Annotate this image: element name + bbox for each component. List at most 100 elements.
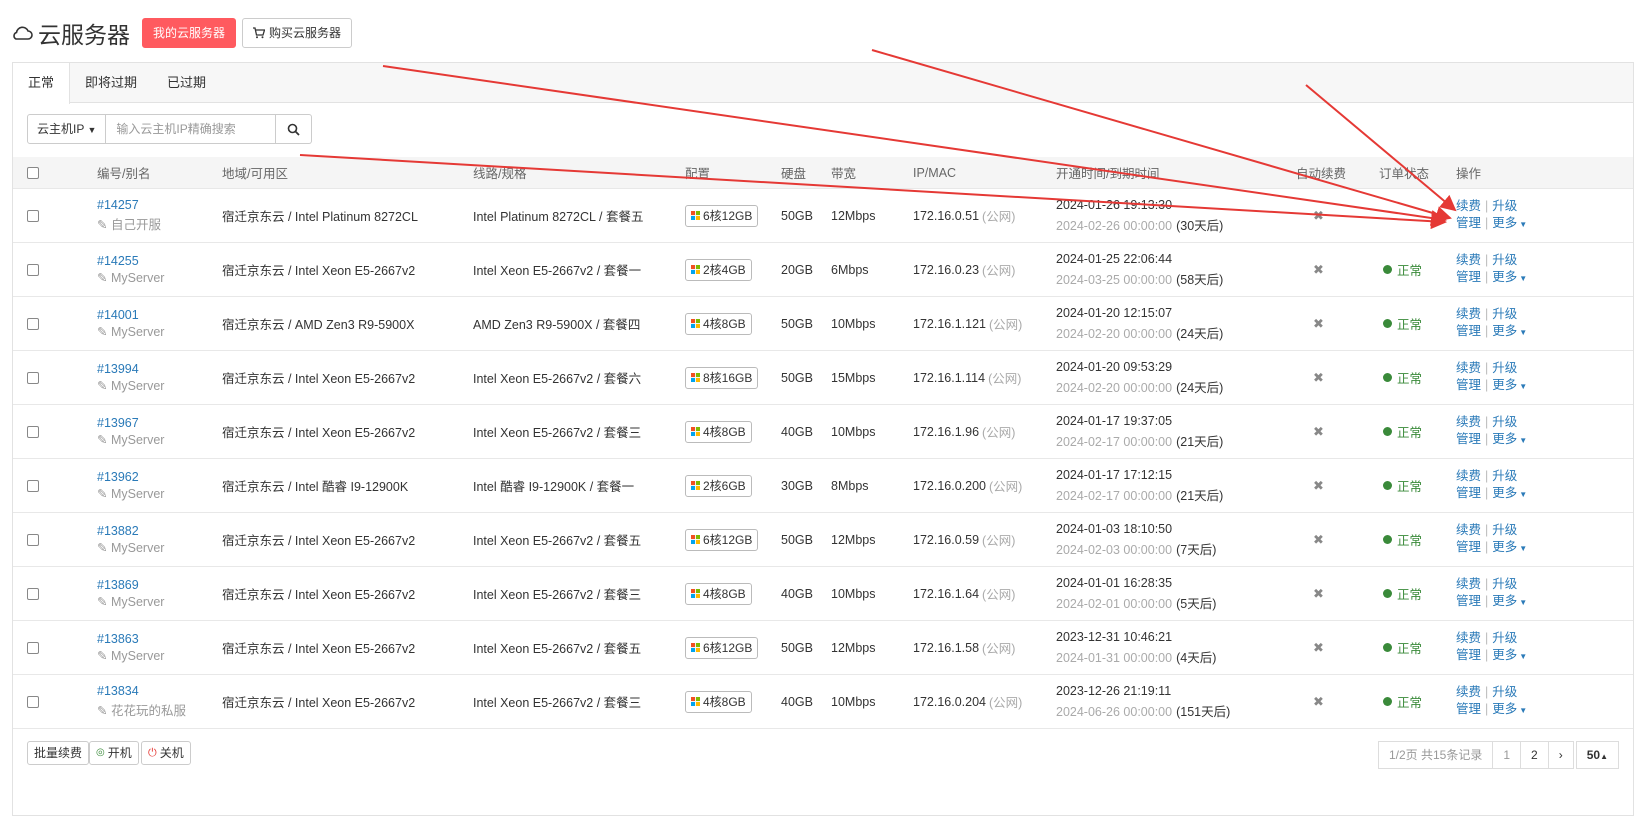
alias-edit[interactable]: ✎ 自己开服 — [97, 214, 161, 233]
separator: | — [1485, 540, 1489, 554]
page-size-select[interactable]: 50▲ — [1575, 741, 1619, 769]
more-dropdown[interactable]: 更多 ▼ — [1492, 648, 1527, 662]
manage-link[interactable]: 管理 — [1456, 270, 1481, 284]
server-id-link[interactable]: #14257 — [97, 198, 161, 212]
row-checkbox[interactable] — [27, 371, 39, 384]
renew-link[interactable]: 续费 — [1456, 307, 1481, 321]
upgrade-link[interactable]: 升级 — [1492, 685, 1517, 699]
upgrade-link[interactable]: 升级 — [1492, 523, 1517, 537]
separator: | — [1485, 361, 1489, 375]
server-id-link[interactable]: #13962 — [97, 470, 164, 484]
windows-icon — [691, 697, 700, 706]
upgrade-link[interactable]: 升级 — [1492, 253, 1517, 267]
power-on-button[interactable]: ◎ 开机 — [89, 741, 139, 765]
alias-edit[interactable]: ✎ MyServer — [97, 648, 164, 663]
manage-link[interactable]: 管理 — [1456, 702, 1481, 716]
upgrade-link[interactable]: 升级 — [1492, 361, 1517, 375]
alias-edit[interactable]: ✎ MyServer — [97, 540, 164, 555]
renew-link[interactable]: 续费 — [1456, 199, 1481, 213]
renew-link[interactable]: 续费 — [1456, 523, 1481, 537]
pagination: 1/2页 共15条记录 1 2 › 50▲ — [1377, 741, 1619, 769]
alias-edit[interactable]: ✎ 花花玩的私服 — [97, 700, 186, 719]
alias-text: MyServer — [110, 271, 165, 285]
search-input[interactable]: 输入云主机IP精确搜索 — [106, 114, 277, 144]
table-row: #13882 ✎ MyServer 宿迁京东云 / Intel Xeon E5-26… — [13, 513, 1633, 567]
tab-expiring[interactable]: 即将过期 — [70, 63, 152, 102]
more-dropdown[interactable]: 更多 ▼ — [1492, 324, 1527, 338]
more-dropdown[interactable]: 更多 ▼ — [1492, 270, 1527, 284]
more-dropdown[interactable]: 更多 ▼ — [1492, 594, 1527, 608]
bandwidth-cell: 15Mbps — [831, 370, 876, 385]
renew-link[interactable]: 续费 — [1456, 577, 1481, 591]
upgrade-link[interactable]: 升级 — [1492, 199, 1517, 213]
more-dropdown[interactable]: 更多 ▼ — [1492, 216, 1527, 230]
manage-link[interactable]: 管理 — [1456, 378, 1481, 392]
renew-link[interactable]: 续费 — [1456, 415, 1481, 429]
manage-link[interactable]: 管理 — [1456, 486, 1481, 500]
alias-edit[interactable]: ✎ MyServer — [97, 486, 164, 501]
page-2-link[interactable]: 2 — [1521, 741, 1549, 769]
server-id-link[interactable]: #13863 — [97, 632, 164, 646]
status-badge: 正常 — [1383, 422, 1422, 441]
search-button[interactable] — [276, 114, 313, 144]
alias-edit[interactable]: ✎ MyServer — [97, 324, 164, 339]
upgrade-link[interactable]: 升级 — [1492, 577, 1517, 591]
row-checkbox[interactable] — [27, 695, 39, 708]
renew-link[interactable]: 续费 — [1456, 253, 1481, 267]
start-time: 2024-01-17 17:12:15 — [1056, 467, 1173, 482]
more-dropdown[interactable]: 更多 ▼ — [1492, 378, 1527, 392]
manage-link[interactable]: 管理 — [1456, 540, 1481, 554]
row-checkbox[interactable] — [27, 209, 39, 222]
upgrade-link[interactable]: 升级 — [1492, 631, 1517, 645]
alias-edit[interactable]: ✎ MyServer — [97, 432, 164, 447]
more-dropdown[interactable]: 更多 ▼ — [1492, 540, 1527, 554]
server-id-link[interactable]: #13994 — [97, 362, 164, 376]
manage-link[interactable]: 管理 — [1456, 432, 1481, 446]
select-all-checkbox[interactable] — [27, 166, 39, 179]
server-id-link[interactable]: #13882 — [97, 524, 164, 538]
batch-renew-button[interactable]: 批量续费 — [27, 741, 90, 765]
alias-edit[interactable]: ✎ MyServer — [97, 378, 164, 393]
server-id-link[interactable]: #14255 — [97, 254, 164, 268]
row-checkbox[interactable] — [27, 641, 39, 654]
more-dropdown[interactable]: 更多 ▼ — [1492, 702, 1527, 716]
manage-link[interactable]: 管理 — [1456, 216, 1481, 230]
server-id-link[interactable]: #13834 — [97, 684, 186, 698]
server-id-link[interactable]: #14001 — [97, 308, 164, 322]
manage-link[interactable]: 管理 — [1456, 594, 1481, 608]
search-type-select[interactable]: 云主机IP ▼ — [27, 114, 107, 144]
renew-link[interactable]: 续费 — [1456, 685, 1481, 699]
row-checkbox[interactable] — [27, 479, 39, 492]
alias-edit[interactable]: ✎ MyServer — [97, 594, 164, 609]
upgrade-link[interactable]: 升级 — [1492, 469, 1517, 483]
row-checkbox[interactable] — [27, 425, 39, 438]
renew-link[interactable]: 续费 — [1456, 361, 1481, 375]
server-id-link[interactable]: #13967 — [97, 416, 164, 430]
autorenew-cell: ✖ — [1313, 351, 1324, 404]
manage-link[interactable]: 管理 — [1456, 648, 1481, 662]
row-checkbox[interactable] — [27, 263, 39, 276]
renew-link[interactable]: 续费 — [1456, 469, 1481, 483]
tab-normal[interactable]: 正常 — [13, 63, 71, 104]
upgrade-link[interactable]: 升级 — [1492, 415, 1517, 429]
alias-edit[interactable]: ✎ MyServer — [97, 270, 164, 285]
more-dropdown[interactable]: 更多 ▼ — [1492, 486, 1527, 500]
server-id-link[interactable]: #13869 — [97, 578, 164, 592]
buy-server-button[interactable]: 购买云服务器 — [242, 18, 353, 48]
page-1-link[interactable]: 1 — [1493, 741, 1522, 769]
more-dropdown[interactable]: 更多 ▼ — [1492, 432, 1527, 446]
my-servers-button[interactable]: 我的云服务器 — [142, 18, 237, 48]
row-checkbox[interactable] — [27, 317, 39, 330]
ip-cell: 172.16.0.23 (公网) — [913, 243, 1015, 296]
bandwidth-cell: 8Mbps — [831, 478, 869, 493]
row-checkbox[interactable] — [27, 533, 39, 546]
power-off-button[interactable]: ⏻ 关机 — [141, 741, 191, 765]
tab-expired[interactable]: 已过期 — [152, 63, 221, 102]
renew-link[interactable]: 续费 — [1456, 631, 1481, 645]
upgrade-link[interactable]: 升级 — [1492, 307, 1517, 321]
row-checkbox[interactable] — [27, 587, 39, 600]
config-cell: 2核6GB — [685, 459, 752, 512]
status-cell: 正常 — [1383, 621, 1422, 674]
manage-link[interactable]: 管理 — [1456, 324, 1481, 338]
next-page-button[interactable]: › — [1548, 741, 1574, 769]
